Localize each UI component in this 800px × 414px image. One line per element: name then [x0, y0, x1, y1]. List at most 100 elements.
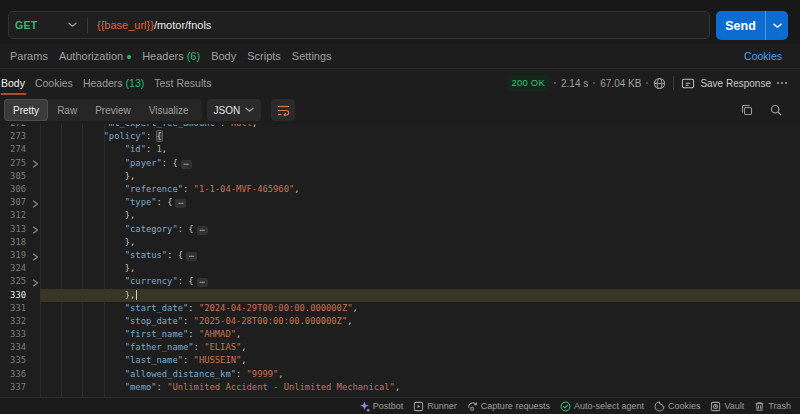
language-label: JSON — [214, 105, 241, 116]
response-tab-test-results[interactable]: Test Results — [154, 70, 211, 96]
response-tab-cookies[interactable]: Cookies — [35, 70, 73, 96]
fold-expand-icon[interactable] — [32, 252, 39, 265]
token-pun: { — [178, 250, 183, 260]
url-input[interactable]: {{base_url}}/motor/fnols — [97, 19, 211, 31]
fold-expand-icon[interactable] — [32, 199, 39, 212]
request-tab-body[interactable]: Body — [211, 50, 236, 62]
code-line-332[interactable]: 332 "stop_date": "2025-04-28T00:00:00.00… — [0, 315, 800, 328]
token-pun: : — [188, 303, 199, 313]
line-number: 313 — [0, 223, 26, 236]
code-line-331[interactable]: 331 "start_date": "2024-04-29T00:00:00.0… — [0, 302, 800, 315]
statusbar-cookies[interactable]: Cookies — [654, 401, 701, 412]
code-line-333[interactable]: 333 "first_name": "AHMAD", — [0, 328, 800, 341]
save-response-button[interactable]: Save Response — [681, 77, 771, 90]
view-mode-visualize[interactable]: Visualize — [140, 99, 198, 121]
code-line-335[interactable]: 335 "last_name": "HUSSEIN", — [0, 354, 800, 367]
code-line-content: "last_name": "HUSSEIN", — [40, 354, 247, 367]
fold-expand-icon[interactable] — [32, 225, 39, 238]
agent-icon — [560, 401, 571, 412]
code-line-334[interactable]: 334 "father_name": "ELIAS", — [0, 341, 800, 354]
collapsed-ellipsis[interactable]: … — [181, 160, 192, 169]
code-line-274[interactable]: 274 "id": 1, — [0, 143, 800, 156]
method-selector[interactable]: GET — [9, 12, 87, 38]
request-tab-params[interactable]: Params — [10, 50, 48, 62]
token-pun: }, — [125, 171, 136, 181]
response-body-editor[interactable]: 272 "mt_expert_fee_amount": null,273 "po… — [0, 124, 800, 397]
code-line-313[interactable]: 313 "category": {… — [0, 223, 800, 236]
response-tabs: Body Cookies Headers(13) Test Results 200 O… — [0, 70, 800, 96]
request-tab-headers[interactable]: Headers(6) — [142, 50, 200, 62]
copy-icon[interactable] — [741, 104, 753, 116]
meta-separator-dot — [554, 82, 556, 84]
statusbar-postbot[interactable]: Postbot — [359, 401, 404, 412]
wrap-lines-button[interactable] — [271, 99, 295, 121]
response-tab-headers[interactable]: Headers(13) — [83, 70, 144, 96]
code-line-content: "father_name": "ELIAS", — [40, 341, 247, 354]
method-label: GET — [15, 19, 38, 31]
cookie-icon — [654, 401, 665, 412]
response-time: 2.14 s — [561, 78, 588, 89]
code-line-305[interactable]: 305 }, — [0, 170, 800, 183]
collapsed-ellipsis[interactable]: … — [186, 252, 197, 261]
code-line-content: "stop_date": "2025-04-28T00:00:00.000000… — [40, 315, 353, 328]
code-line-325[interactable]: 325 "currency": {… — [0, 275, 800, 288]
code-line-273[interactable]: 273 "policy": { — [0, 130, 800, 143]
code-line-336[interactable]: 336 "allowed_distance_km": "9999", — [0, 368, 800, 381]
request-tab-scripts[interactable]: Scripts — [247, 50, 281, 62]
response-tab-label: Test Results — [154, 77, 211, 89]
token-pun: , — [278, 369, 283, 379]
view-mode-pretty[interactable]: Pretty — [4, 99, 48, 121]
code-line-337[interactable]: 337 "memo": "Unlimited Accident - Unlimi… — [0, 381, 800, 394]
token-key: "status" — [125, 250, 167, 260]
request-tab-authorization[interactable]: Authorization — [59, 50, 131, 62]
view-mode-preview[interactable]: Preview — [86, 99, 140, 121]
response-meta: 200 OK 2.14 s 67.04 KB Save Response — [508, 70, 788, 96]
fold-expand-icon[interactable] — [32, 159, 39, 172]
send-options-button[interactable] — [766, 11, 788, 40]
statusbar-trash[interactable]: Trash — [754, 401, 791, 412]
cookies-link[interactable]: Cookies — [744, 44, 782, 68]
code-line-content: }, — [40, 289, 137, 302]
response-size: 67.04 KB — [600, 78, 641, 89]
code-line-content: "type": {… — [40, 196, 186, 209]
code-line-content: "id": 1, — [40, 143, 167, 156]
statusbar-runner[interactable]: Runner — [413, 401, 457, 412]
network-info-icon[interactable] — [653, 77, 666, 90]
code-line-318[interactable]: 318 }, — [0, 236, 800, 249]
statusbar-auto-select-agent[interactable]: Auto-select agent — [560, 401, 644, 412]
send-button[interactable]: Send — [716, 11, 788, 40]
statusbar-capture-requests[interactable]: Capture requests — [467, 401, 550, 412]
more-options-icon[interactable] — [776, 81, 788, 85]
response-tab-body[interactable]: Body — [1, 70, 25, 96]
view-mode-raw[interactable]: Raw — [48, 99, 86, 121]
token-pun: : — [157, 197, 168, 207]
fold-expand-icon[interactable] — [32, 278, 39, 291]
request-tab-settings[interactable]: Settings — [292, 50, 332, 62]
matched-bracket: { — [157, 131, 162, 141]
request-bar-band: GET {{base_url}}/motor/fnols Send — [0, 0, 800, 44]
token-str: "ELIAS" — [204, 342, 241, 352]
postbot-icon — [359, 401, 370, 412]
code-line-324[interactable]: 324 }, — [0, 262, 800, 275]
code-line-330[interactable]: 330 }, — [0, 289, 800, 302]
code-line-306[interactable]: 306 "reference": "1-1-04-MVF-465960", — [0, 183, 800, 196]
token-pun: : — [194, 342, 205, 352]
token-key: "policy" — [104, 131, 146, 141]
token-key: "last_name" — [125, 355, 183, 365]
code-line-312[interactable]: 312 }, — [0, 209, 800, 222]
collapsed-ellipsis[interactable]: … — [175, 199, 186, 208]
collapsed-ellipsis[interactable]: … — [197, 226, 208, 235]
statusbar-vault[interactable]: Vault — [710, 401, 744, 412]
runner-icon — [413, 401, 424, 412]
token-pun: : — [146, 131, 157, 141]
search-icon[interactable] — [770, 104, 782, 116]
code-line-275[interactable]: 275 "payer": {… — [0, 157, 800, 170]
code-lines: 272 "mt_expert_fee_amount": null,273 "po… — [0, 124, 800, 394]
collapsed-ellipsis[interactable]: … — [197, 278, 208, 287]
language-select[interactable]: JSON — [207, 99, 262, 121]
token-pun: }, — [125, 210, 136, 220]
token-key: "payer" — [125, 158, 162, 168]
code-line-319[interactable]: 319 "status": {… — [0, 249, 800, 262]
token-kw: null — [231, 124, 252, 128]
code-line-307[interactable]: 307 "type": {… — [0, 196, 800, 209]
